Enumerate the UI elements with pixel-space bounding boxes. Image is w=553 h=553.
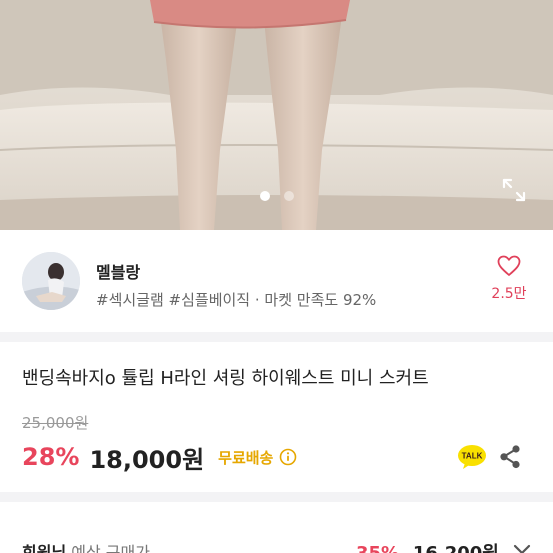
expand-icon[interactable] (500, 176, 528, 204)
estimate-price: 16,200원 (413, 543, 499, 553)
seller-name[interactable]: 멜블랑 (96, 259, 140, 283)
price-row: 28% 18,000원 무료배송 (22, 443, 297, 474)
kakao-talk-label: TALK (462, 452, 483, 461)
free-shipping-badge: 무료배송 (218, 448, 274, 467)
like-button[interactable]: 2.5만 (484, 255, 534, 303)
estimate-label: 예상 구매가 (71, 543, 150, 553)
pagination-dot[interactable] (283, 191, 294, 201)
seller-tags: #섹시글램 #심플베이직 · 마켓 만족도 92% (96, 291, 377, 309)
chevron-down-icon[interactable] (512, 542, 532, 553)
product-title: 밴딩속바지o 튤립 H라인 셔링 하이웨스트 미니 스커트 (22, 368, 429, 389)
estimated-price-bar[interactable]: 회원님 예상 구매가 35% 16,200원 (0, 502, 553, 553)
original-price: 25,000원 (22, 414, 89, 432)
discount-rate: 28% (22, 443, 80, 471)
kakao-talk-icon[interactable]: TALK (457, 444, 487, 470)
estimate-price-group: 35% 16,200원 (356, 539, 499, 553)
avatar[interactable] (22, 252, 80, 310)
pagination-dot-active[interactable] (259, 191, 270, 201)
seller-section: 멜블랑 #섹시글램 #심플베이직 · 마켓 만족도 92% 2.5만 (0, 230, 553, 332)
like-count: 2.5만 (491, 286, 527, 302)
heart-icon (497, 255, 521, 276)
share-icon[interactable] (498, 444, 522, 470)
sale-price: 18,000원 (89, 445, 205, 474)
gallery-pagination (0, 191, 553, 201)
estimate-discount: 35% (356, 543, 399, 553)
section-divider (0, 492, 553, 502)
avatar-image (22, 252, 80, 310)
estimate-user: 회원님 (22, 543, 67, 553)
product-image[interactable] (0, 0, 553, 230)
estimate-label-group: 회원님 예상 구매가 (22, 539, 150, 553)
info-icon[interactable] (279, 448, 297, 466)
section-divider (0, 332, 553, 342)
